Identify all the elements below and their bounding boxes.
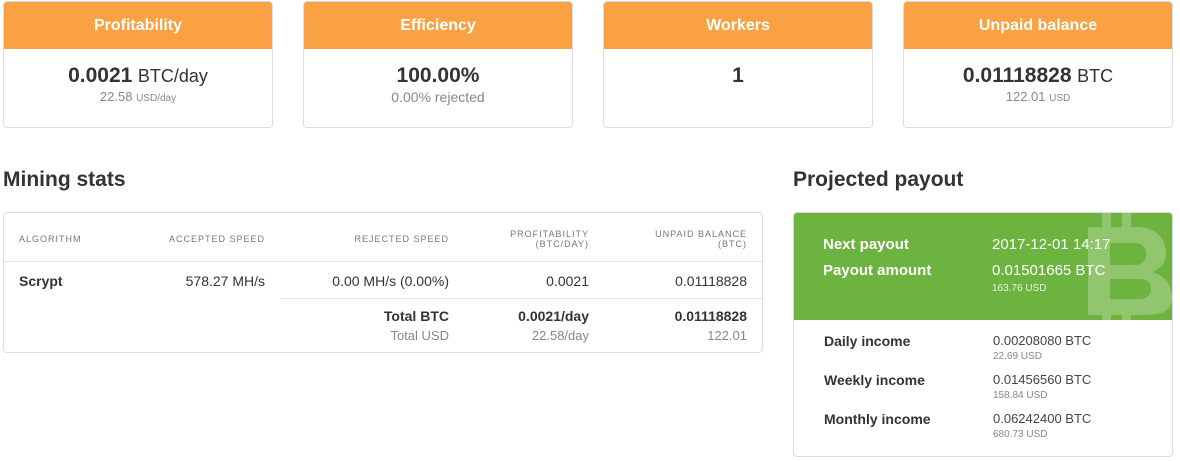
projected-payout-title: Projected payout xyxy=(793,168,964,191)
totals-divider xyxy=(280,298,762,299)
header-accepted-speed: ACCEPTED SPEED xyxy=(168,234,265,244)
card-sub-value: 122.01 xyxy=(1005,89,1046,104)
profitability-card: Profitability 0.0021 BTC/day 22.58 USD/d… xyxy=(3,1,273,128)
card-value: 100.00% xyxy=(396,64,480,87)
card-sub-value: 0.00% rejected xyxy=(391,89,485,105)
income-label: Monthly income xyxy=(824,411,931,427)
income-label: Daily income xyxy=(824,333,911,349)
income-btc: 0.00208080 BTC xyxy=(993,333,1092,348)
header-unpaid-balance: UNPAID BALANCE (BTC) xyxy=(655,229,747,249)
payout-amount-value: 0.01501665 BTC xyxy=(992,262,1106,279)
payout-amount-label: Payout amount xyxy=(823,262,932,279)
row-profitability: 0.0021 xyxy=(546,273,589,289)
income-btc: 0.06242400 BTC xyxy=(993,411,1092,426)
card-title: Efficiency xyxy=(304,2,572,49)
card-title: Profitability xyxy=(4,2,272,49)
header-profitability: PROFITABILITY (BTC/DAY) xyxy=(510,229,589,249)
card-title: Workers xyxy=(604,2,872,49)
next-payout-value: 2017-12-01 14:17 xyxy=(992,236,1111,253)
header-algorithm: ALGORITHM xyxy=(19,234,82,244)
mining-stats-table: ALGORITHM ACCEPTED SPEED REJECTED SPEED … xyxy=(3,212,763,353)
unpaid-balance-card: Unpaid balance 0.01118828 BTC 122.01 USD xyxy=(903,1,1173,128)
payout-summary: Next payout 2017-12-01 14:17 Payout amou… xyxy=(794,213,1172,320)
total-btc-unpaid: 0.01118828 xyxy=(674,308,747,324)
total-btc-profitability: 0.0021/day xyxy=(518,308,589,324)
total-usd-profitability: 22.58/day xyxy=(531,328,589,343)
efficiency-card: Efficiency 100.00% 0.00% rejected xyxy=(303,1,573,128)
card-value: 0.01118828 xyxy=(962,64,1072,87)
header-divider xyxy=(4,261,762,262)
card-unit: BTC/day xyxy=(137,66,208,86)
workers-card: Workers 1 xyxy=(603,1,873,128)
mining-stats-title: Mining stats xyxy=(3,168,126,191)
next-payout-label: Next payout xyxy=(823,236,909,253)
card-value: 0.0021 xyxy=(68,64,133,87)
total-btc-label: Total BTC xyxy=(383,308,449,324)
income-btc: 0.01456560 BTC xyxy=(993,372,1092,387)
income-label: Weekly income xyxy=(824,372,925,388)
total-usd-unpaid: 122.01 xyxy=(707,328,747,343)
projected-payout-panel: Next payout 2017-12-01 14:17 Payout amou… xyxy=(793,212,1173,457)
income-usd: 158.84 USD xyxy=(993,390,1048,401)
row-algorithm: Scrypt xyxy=(19,273,63,289)
card-title: Unpaid balance xyxy=(904,2,1172,49)
row-rejected-speed: 0.00 MH/s (0.00%) xyxy=(332,273,449,289)
total-usd-label: Total USD xyxy=(390,328,449,343)
income-usd: 680.73 USD xyxy=(993,429,1048,440)
card-sub-value: 22.58 xyxy=(99,89,133,104)
header-rejected-speed: REJECTED SPEED xyxy=(354,234,449,244)
card-unit: BTC xyxy=(1077,66,1114,86)
card-sub-unit: USD/day xyxy=(136,93,177,104)
row-accepted-speed: 578.27 MH/s xyxy=(185,273,265,289)
card-sub-unit: USD xyxy=(1049,93,1071,104)
row-unpaid-balance: 0.01118828 xyxy=(675,273,747,289)
income-usd: 22.69 USD xyxy=(993,351,1042,362)
payout-amount-usd: 163.76 USD xyxy=(992,283,1047,294)
card-value: 1 xyxy=(732,64,744,87)
